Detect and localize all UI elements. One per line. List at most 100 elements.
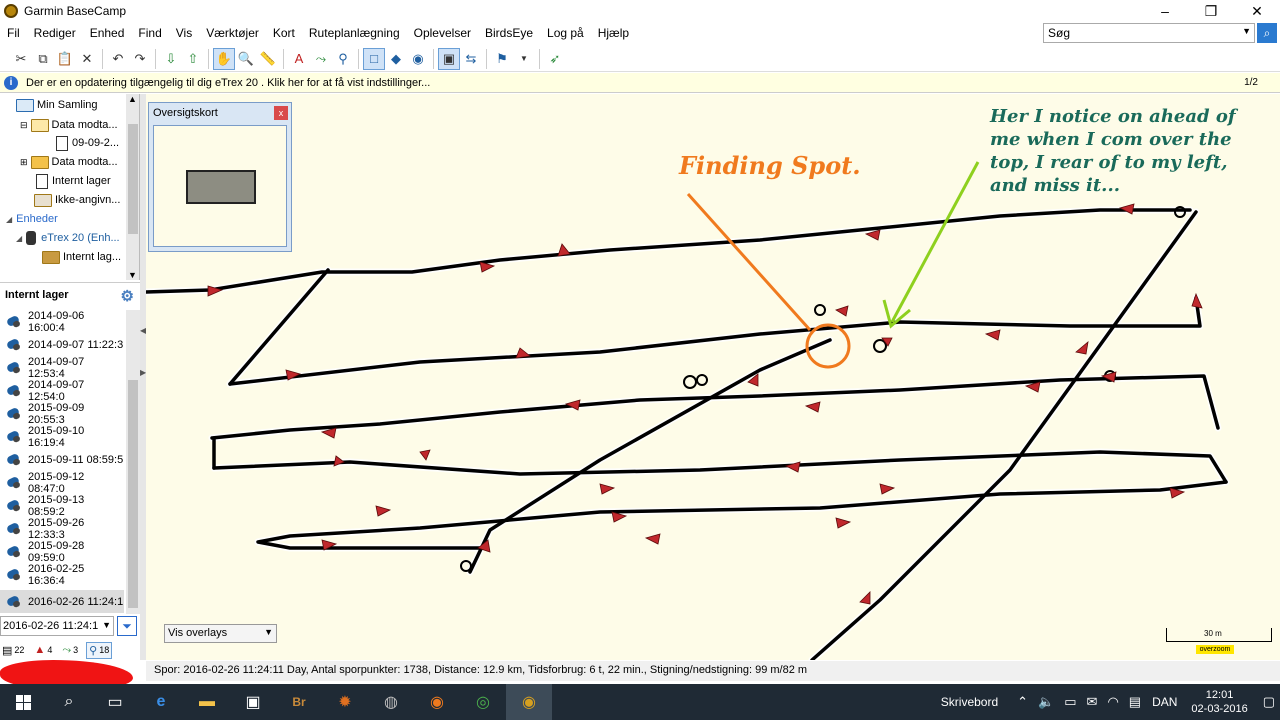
sync-view-icon[interactable]: ⇆ xyxy=(460,48,482,70)
tree-item-date-list[interactable]: 09-09-2... xyxy=(56,134,119,152)
chevron-down-icon[interactable]: ▼ xyxy=(102,620,111,630)
track-item[interactable]: 2015-09-28 09:59:0 xyxy=(0,540,124,564)
battery-icon[interactable]: ▭ xyxy=(1064,694,1076,710)
tracks-count[interactable]: ⚲ 18 xyxy=(86,641,113,659)
menu-kort[interactable]: Kort xyxy=(266,26,302,40)
track-item[interactable]: 2015-09-12 08:47:0 xyxy=(0,471,124,495)
new-route-icon[interactable]: ⤳ xyxy=(310,48,332,70)
menu-oplevelser[interactable]: Oplevelser xyxy=(407,26,478,40)
collapse-arrow-icon[interactable]: ◢ xyxy=(16,234,22,243)
track-item[interactable]: 2015-09-26 12:33:3 xyxy=(0,517,124,541)
close-button[interactable]: ✕ xyxy=(1234,0,1280,22)
tree-item-internt-lager[interactable]: Internt lager xyxy=(36,172,111,190)
maximize-button[interactable]: ❐ xyxy=(1188,0,1234,22)
waypoints-count[interactable]: ▤ 22 xyxy=(0,643,26,658)
gear-icon[interactable]: ⚙ xyxy=(121,287,134,305)
delete-icon[interactable]: ✕ xyxy=(76,48,98,70)
network-icon[interactable]: ▤ xyxy=(1129,694,1141,710)
edge-icon[interactable]: e xyxy=(138,684,184,720)
search-icon[interactable]: ⌕ xyxy=(46,684,92,720)
measure-icon[interactable]: 📏 xyxy=(257,48,279,70)
chevron-down-icon[interactable]: ▼ xyxy=(1242,26,1251,36)
menu-ruteplanlaegning[interactable]: Ruteplanlægning xyxy=(302,26,407,40)
disc-icon[interactable]: ◍ xyxy=(368,684,414,720)
send-arrow-icon[interactable]: ➶ xyxy=(544,48,566,70)
track-item[interactable]: 2014-09-06 16:00:4 xyxy=(0,310,124,334)
collapse-icon[interactable]: ⊟ xyxy=(20,120,28,131)
copy-icon[interactable]: ⧉ xyxy=(32,48,54,70)
menu-vis[interactable]: Vis xyxy=(169,26,199,40)
cut-icon[interactable]: ✂ xyxy=(10,48,32,70)
menu-log-pa[interactable]: Log på xyxy=(540,26,591,40)
tree-item-etrex-20[interactable]: ◢ eTrex 20 (Enh... xyxy=(16,229,120,247)
scroll-thumb[interactable] xyxy=(128,380,138,608)
clock[interactable]: 12:01 02-03-2016 xyxy=(1191,688,1247,716)
redo-icon[interactable]: ↷ xyxy=(129,48,151,70)
overview-viewport-rect[interactable] xyxy=(186,170,256,204)
store-icon[interactable]: ▣ xyxy=(230,684,276,720)
menu-find[interactable]: Find xyxy=(131,26,168,40)
menu-hjaelp[interactable]: Hjælp xyxy=(591,26,636,40)
track-item[interactable]: 2015-09-11 08:59:5 xyxy=(0,448,124,471)
globe-icon[interactable]: ◉ xyxy=(407,48,429,70)
filter-button[interactable]: ⏷ xyxy=(117,616,137,636)
track-item[interactable]: 2014-09-07 12:54:0 xyxy=(0,379,124,403)
expand-icon[interactable]: ⊞ xyxy=(20,157,28,168)
undo-icon[interactable]: ↶ xyxy=(107,48,129,70)
chevron-down-icon[interactable]: ▼ xyxy=(264,627,273,637)
chevron-up-icon[interactable]: ⌃ xyxy=(1017,694,1028,710)
track-item[interactable]: 2016-02-25 16:36:4 xyxy=(0,563,124,587)
collapse-arrow-icon[interactable]: ◢ xyxy=(6,215,12,224)
search-input[interactable]: Søg ▼ xyxy=(1043,23,1255,43)
menu-fil[interactable]: Fil xyxy=(0,26,27,40)
chevron-down-icon[interactable]: ▼ xyxy=(513,48,535,70)
overview-map[interactable] xyxy=(153,125,287,247)
select-tool-icon[interactable]: ⚑ xyxy=(491,48,513,70)
task-view-icon[interactable]: ▭ xyxy=(92,684,138,720)
tree-section-enheder[interactable]: ◢ Enheder xyxy=(6,210,58,228)
track-item[interactable]: 2015-09-10 16:19:4 xyxy=(0,425,124,449)
new-waypoint-icon[interactable]: A xyxy=(288,48,310,70)
volume-icon[interactable]: 🔈 xyxy=(1038,694,1054,710)
tree-item-device-storage[interactable]: Internt lag... xyxy=(42,248,121,266)
tree-item-data-modtaget-2[interactable]: ⊞ Data modta... xyxy=(20,153,118,171)
track-select-dropdown[interactable]: 2016-02-26 11:24:1 ▼ xyxy=(0,616,114,636)
menu-enhed[interactable]: Enhed xyxy=(83,26,132,40)
tree-scrollbar[interactable]: ▲ ▼ xyxy=(126,94,139,280)
language-indicator[interactable]: DAN xyxy=(1152,695,1177,709)
send-to-device-icon[interactable]: ⇧ xyxy=(182,48,204,70)
update-info-text[interactable]: Der er en opdatering tilgængelig til dig… xyxy=(26,77,430,89)
chrome-icon[interactable]: ◎ xyxy=(460,684,506,720)
routes-count[interactable]: ▲ 4 xyxy=(32,643,54,657)
menu-rediger[interactable]: Rediger xyxy=(27,26,83,40)
desktop-label[interactable]: Skrivebord xyxy=(941,695,998,709)
menu-birdseye[interactable]: BirdsEye xyxy=(478,26,540,40)
search-button[interactable]: ⌕ xyxy=(1257,23,1277,43)
fit-view-icon[interactable]: ▣ xyxy=(438,47,460,70)
tree-item-data-modtaget-1[interactable]: ⊟ Data modta... xyxy=(20,116,118,134)
file-explorer-icon[interactable]: ▬ xyxy=(184,684,230,720)
wifi-icon[interactable]: ◠ xyxy=(1107,694,1118,710)
firefox-icon[interactable]: ◉ xyxy=(414,684,460,720)
minimize-button[interactable]: – xyxy=(1142,0,1188,22)
track-item[interactable]: 2015-09-13 08:59:2 xyxy=(0,494,124,518)
routes-alt-count[interactable]: ⤳ 3 xyxy=(60,643,80,658)
scroll-thumb[interactable] xyxy=(128,124,138,234)
tree-item-min-samling[interactable]: Min Samling xyxy=(16,96,98,114)
track-item[interactable]: 2014-09-07 11:22:3 xyxy=(0,333,124,356)
track-item-selected[interactable]: 2016-02-26 11:24:1 xyxy=(0,590,124,613)
scroll-up-icon[interactable]: ▲ xyxy=(128,94,137,104)
menu-vaerktojer[interactable]: Værktøjer xyxy=(199,26,266,40)
update-info-bar[interactable]: i Der er en opdatering tilgængelig til d… xyxy=(0,73,1280,93)
track-item[interactable]: 2014-09-07 12:53:4 xyxy=(0,356,124,380)
notification-icon[interactable]: ▢ xyxy=(1263,694,1275,710)
track-item[interactable]: 2015-09-09 20:55:3 xyxy=(0,402,124,426)
track-list-scrollbar[interactable] xyxy=(126,310,140,614)
new-track-icon[interactable]: ⚲ xyxy=(332,48,354,70)
windows-start-icon[interactable] xyxy=(0,684,46,720)
bridge-icon[interactable]: Br xyxy=(276,684,322,720)
2d-map-icon[interactable]: □ xyxy=(363,47,385,70)
overview-close-button[interactable]: x xyxy=(274,106,288,120)
hand-tool-icon[interactable]: ✋ xyxy=(213,47,235,70)
overlay-dropdown[interactable]: Vis overlays ▼ xyxy=(164,624,277,643)
